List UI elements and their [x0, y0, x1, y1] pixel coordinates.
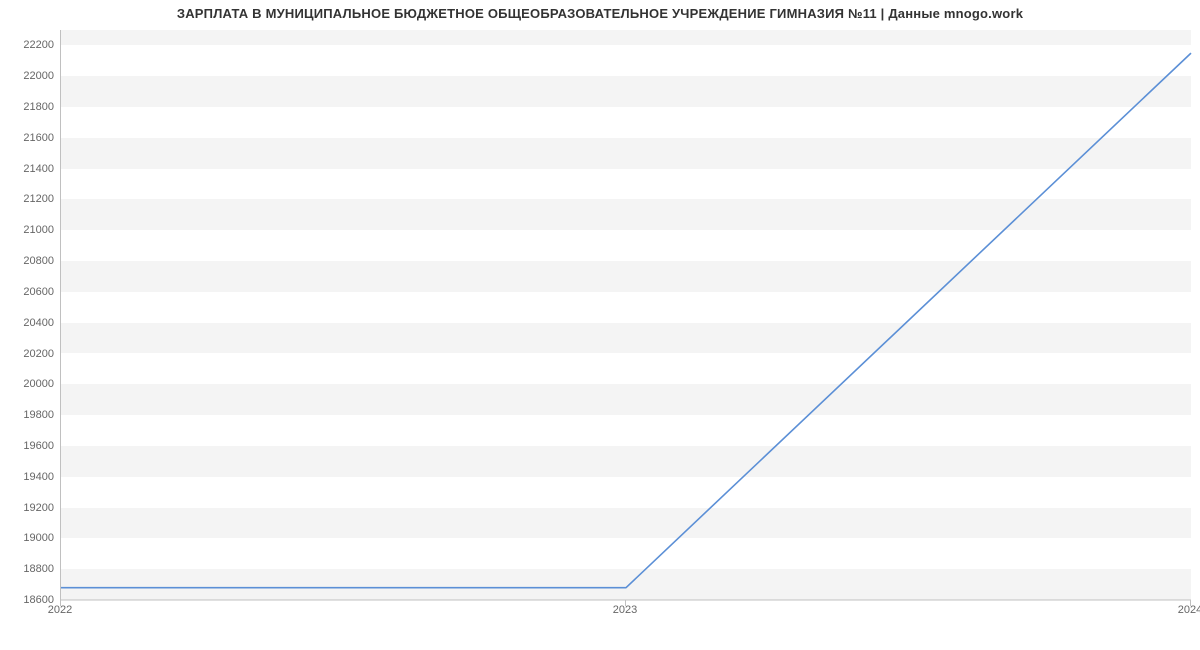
y-tick-label: 21400	[4, 163, 54, 175]
y-tick-label: 19000	[4, 532, 54, 544]
y-tick-label: 22200	[4, 39, 54, 51]
y-tick-label: 21800	[4, 101, 54, 113]
line-series	[61, 30, 1191, 600]
y-tick-label: 18800	[4, 563, 54, 575]
y-tick-label: 19400	[4, 471, 54, 483]
y-tick-label: 21600	[4, 132, 54, 144]
y-tick-label: 20200	[4, 348, 54, 360]
y-tick-label: 22000	[4, 70, 54, 82]
y-tick-label: 20600	[4, 286, 54, 298]
x-tick-mark	[625, 600, 626, 606]
x-tick-mark	[1190, 600, 1191, 606]
y-tick-label: 21000	[4, 224, 54, 236]
plot-area	[60, 30, 1191, 600]
y-tick-label: 19800	[4, 409, 54, 421]
y-tick-label: 20800	[4, 255, 54, 267]
y-tick-label: 20400	[4, 317, 54, 329]
x-tick-mark	[60, 600, 61, 606]
series-line	[61, 53, 1191, 588]
y-tick-label: 19200	[4, 502, 54, 514]
y-tick-label: 21200	[4, 193, 54, 205]
chart-container: ЗАРПЛАТА В МУНИЦИПАЛЬНОЕ БЮДЖЕТНОЕ ОБЩЕО…	[0, 0, 1200, 650]
chart-title: ЗАРПЛАТА В МУНИЦИПАЛЬНОЕ БЮДЖЕТНОЕ ОБЩЕО…	[0, 6, 1200, 21]
y-tick-label: 20000	[4, 378, 54, 390]
y-tick-label: 19600	[4, 440, 54, 452]
y-tick-label: 18600	[4, 594, 54, 606]
x-tick-label: 2024	[1178, 604, 1200, 616]
